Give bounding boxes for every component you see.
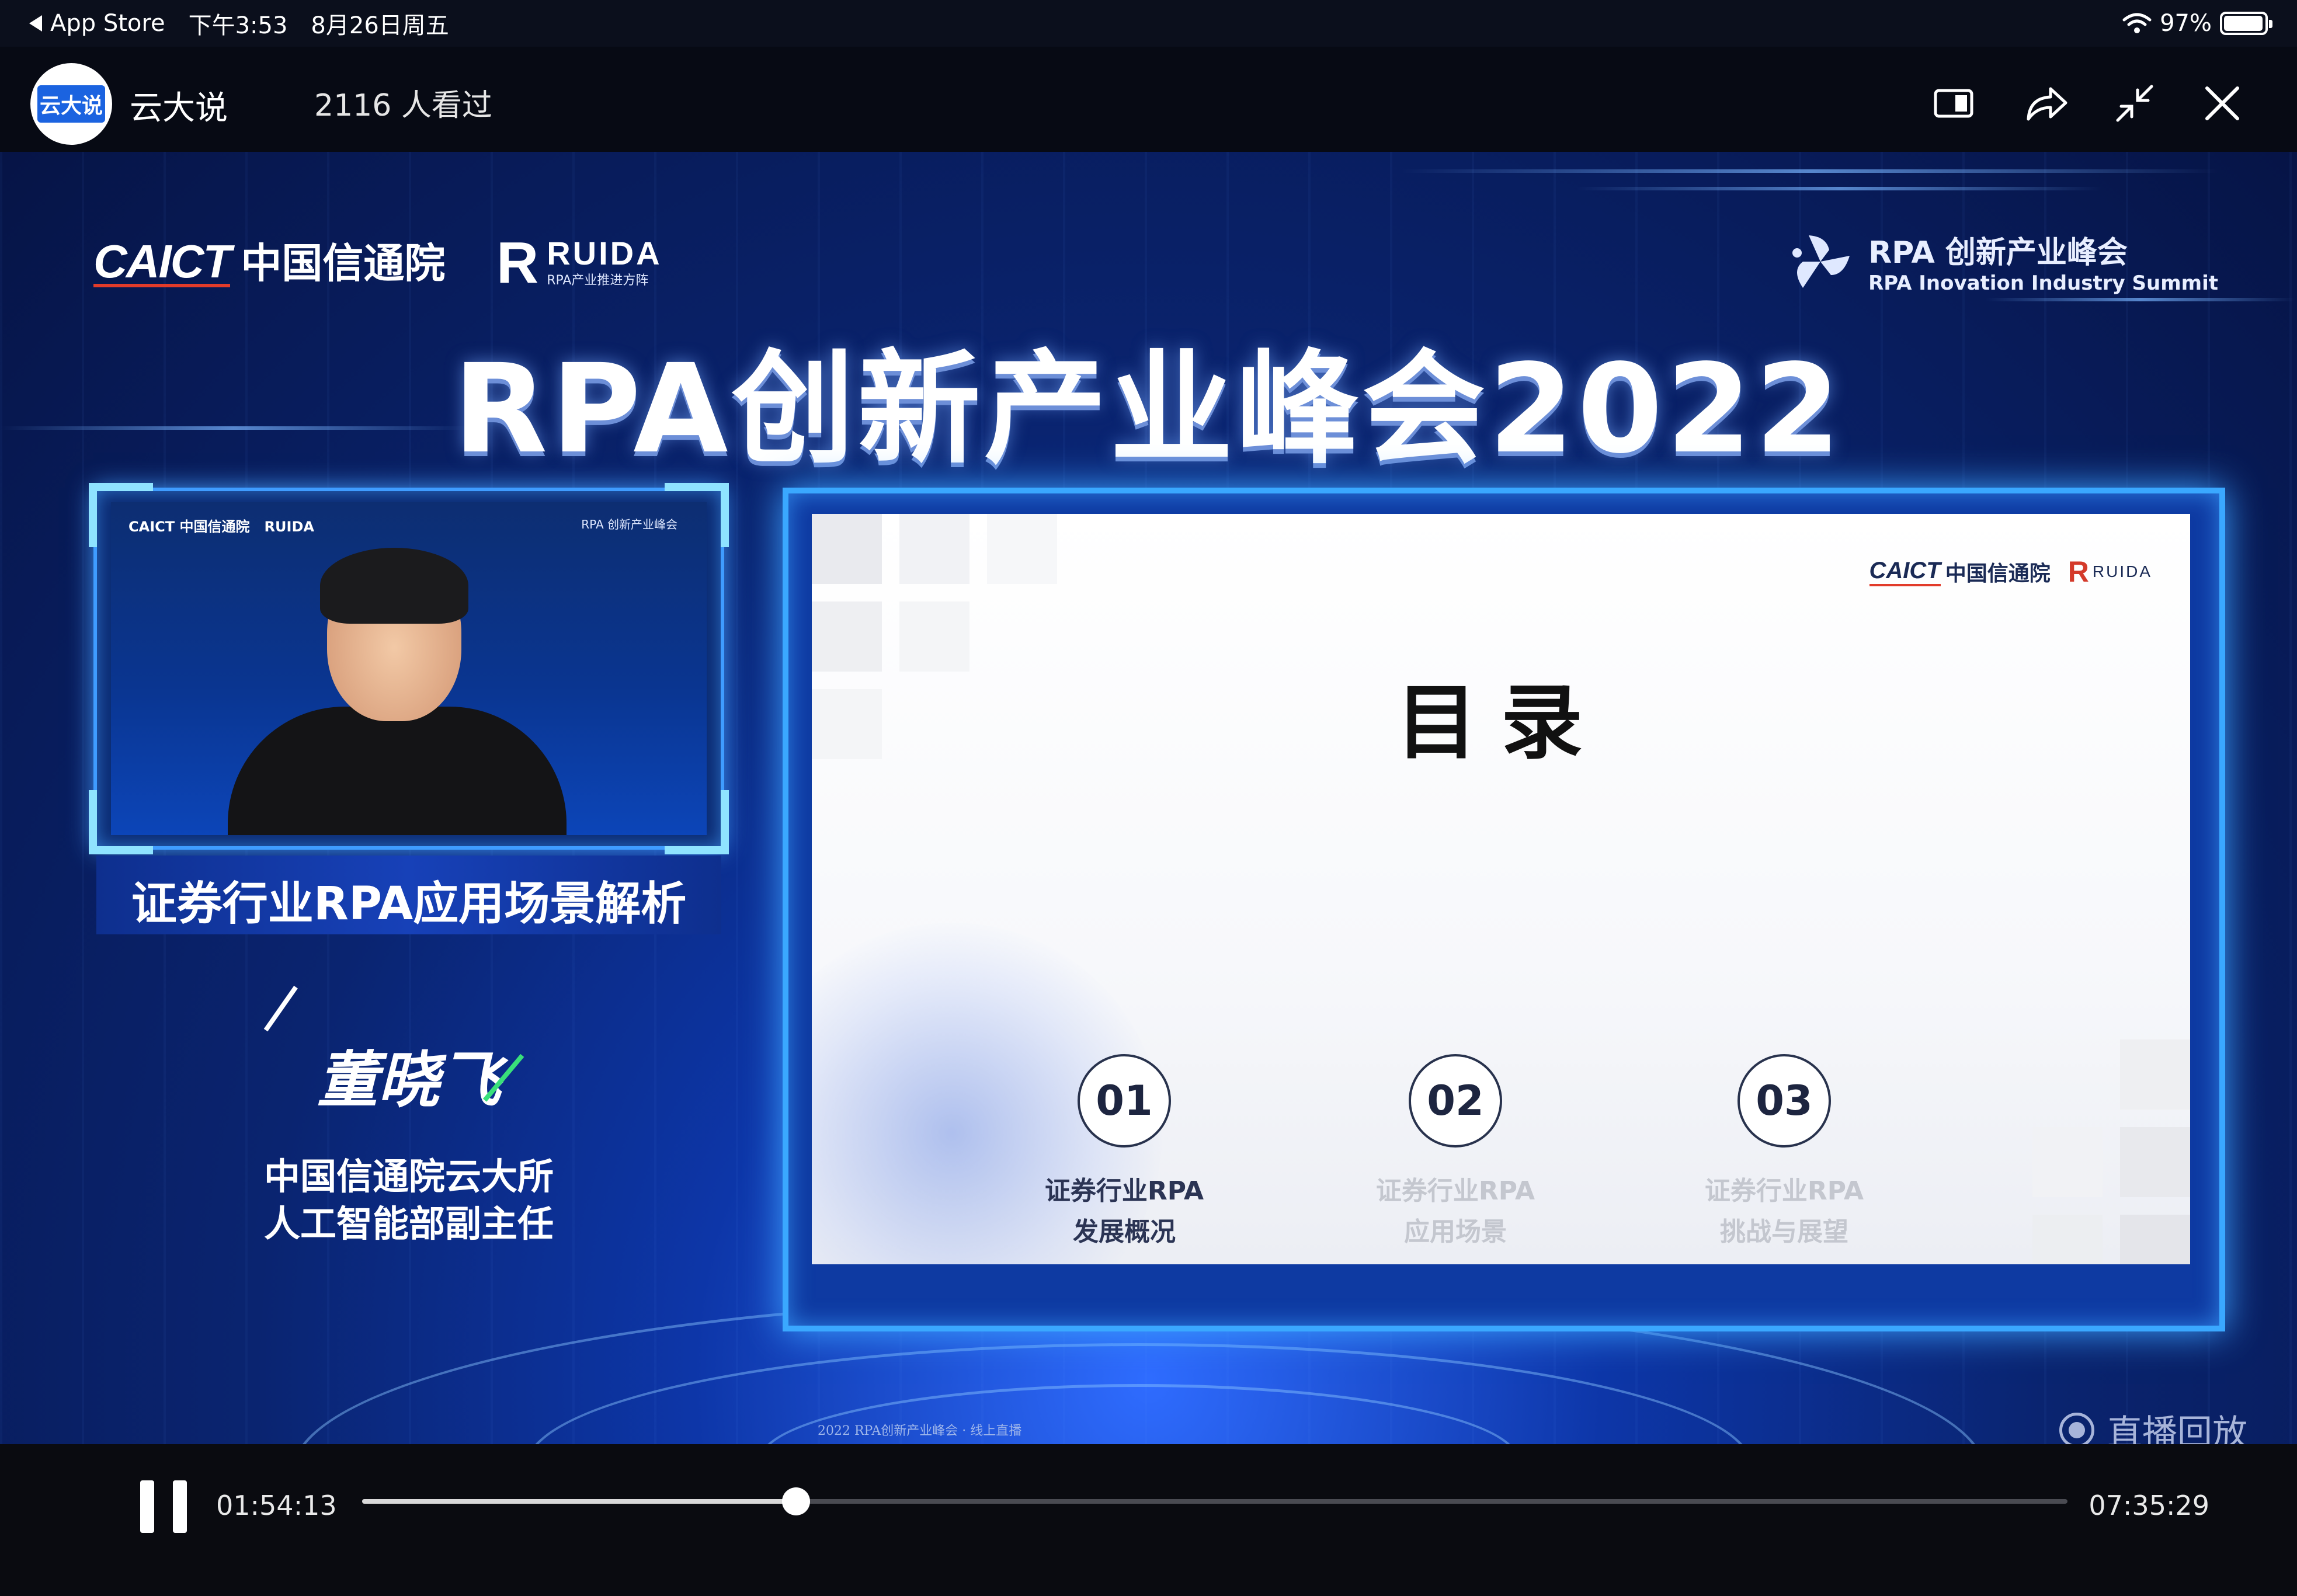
view-count: 2116 人看过 — [314, 88, 492, 123]
toc-label: 证券行业RPA 应用场景 — [1375, 1176, 1535, 1247]
toc-item-02: 02 证券行业RPA 应用场景 — [1333, 1054, 1578, 1253]
summit-logo-cn: RPA 创新产业峰会 — [1868, 235, 2128, 270]
summit-pinwheel-icon — [1792, 235, 1850, 288]
slide-tile — [987, 514, 1057, 584]
share-icon[interactable] — [2021, 77, 2073, 130]
toc-number: 02 — [1409, 1054, 1502, 1148]
slide-tile — [812, 514, 882, 584]
summit-logo: RPA 创新产业峰会 RPA Inovation Industry Summit — [1785, 228, 2218, 295]
channel-avatar[interactable]: 云大说 — [30, 63, 112, 145]
current-time: 01:54:13 — [216, 1490, 337, 1521]
speaker-video: CAICT 中国信通院 RUIDA RPA 创新产业峰会 — [111, 502, 707, 835]
slide-logo-ruida-en: RUIDA — [2092, 562, 2152, 580]
battery-percent: 97% — [2160, 10, 2212, 37]
speaker-org: 中国信通院云大所 人工智能部副主任 — [146, 1153, 672, 1247]
replay-icon — [2059, 1412, 2094, 1444]
slide-tile — [2032, 1215, 2103, 1264]
toc-item-03: 03 证券行业RPA 挑战与展望 — [1662, 1054, 1907, 1253]
slide-logo-caict-cn: 中国信通院 — [1945, 562, 2051, 586]
ruida-logo: R RUIDA RPA产业推进方阵 — [496, 234, 662, 292]
light-streak — [1577, 187, 2103, 190]
status-date: 8月26日周五 — [311, 12, 449, 39]
wifi-icon — [2122, 13, 2152, 33]
name-decoration — [263, 985, 298, 1032]
presentation-slide: CAICT 中国信通院 R RUIDA 目录 01 证券行业RPA 发展概况 0… — [812, 514, 2190, 1264]
toc-number: 01 — [1078, 1054, 1171, 1148]
toc-label: 证券行业RPA 发展概况 — [1044, 1176, 1204, 1247]
total-time: 07:35:29 — [2089, 1490, 2209, 1521]
progress-bar[interactable] — [362, 1487, 2067, 1515]
slide-tile — [899, 514, 969, 584]
picture-in-picture-icon[interactable] — [1927, 77, 1980, 130]
speaker-hair — [320, 548, 468, 624]
slide-tile — [2120, 1039, 2190, 1110]
battery-icon — [2220, 12, 2272, 35]
speaker-video-summit-logo: RPA 创新产业峰会 — [581, 517, 677, 531]
ruida-logo-cn: RPA产业推进方阵 — [547, 273, 649, 288]
slide-title: 目录 — [1395, 676, 1606, 771]
replay-badge: 直播回放 — [2059, 1404, 2247, 1444]
video-frame[interactable]: CAICT 中国信通院 R RUIDA RPA产业推进方阵 RPA 创新产业峰会… — [0, 152, 2297, 1444]
minimize-icon[interactable] — [2108, 77, 2161, 130]
toc-item-01: 01 证券行业RPA 发展概况 — [1002, 1054, 1247, 1253]
slide-tile — [2120, 1215, 2190, 1264]
toc-label: 证券行业RPA 挑战与展望 — [1704, 1176, 1864, 1247]
ruida-logo-en: RUIDA — [547, 235, 662, 272]
speaker-org-line2: 人工智能部副主任 — [263, 1202, 554, 1245]
progress-knob[interactable] — [782, 1487, 811, 1515]
replay-label: 直播回放 — [2107, 1413, 2247, 1444]
slide-logo: CAICT 中国信通院 R RUIDA — [1869, 555, 2152, 589]
toc-number: 03 — [1737, 1054, 1831, 1148]
talk-title: 证券行业RPA应用场景解析 — [131, 878, 687, 930]
status-bar: App Store 下午3:53 8月26日周五 97% — [0, 0, 2297, 47]
summit-logo-en: RPA Inovation Industry Summit — [1868, 272, 2218, 295]
avatar-text: 云大说 — [37, 85, 105, 123]
speaker-body — [228, 707, 567, 835]
caict-logo: CAICT 中国信通院 — [93, 231, 445, 290]
caict-logo-cn: 中国信通院 — [241, 239, 446, 287]
slide-footer: 2022 RPA创新产业峰会 · 线上直播 — [818, 1424, 1022, 1438]
slide-tile — [2120, 1127, 2190, 1197]
light-streak — [1986, 298, 2295, 301]
event-title: RPA创新产业峰会2022 — [453, 338, 1844, 481]
status-time: 下午3:53 — [188, 12, 288, 39]
caict-logo-en: CAICT — [93, 235, 231, 287]
slide-tile — [2032, 1127, 2103, 1197]
light-streak — [1402, 169, 2219, 173]
close-icon[interactable] — [2196, 77, 2249, 130]
channel-name[interactable]: 云大说 — [130, 82, 228, 129]
battery-fill — [2224, 16, 2263, 31]
back-app-label[interactable]: App Store — [50, 10, 165, 37]
player-top-bar: 云大说 云大说 2116 人看过 — [0, 47, 2297, 152]
progress-fill — [362, 1499, 797, 1504]
speaker-video-logos: CAICT 中国信通院 RUIDA — [128, 519, 314, 535]
status-right: 97% — [2122, 7, 2272, 40]
ruida-r-icon: R — [496, 230, 539, 295]
player-controls: 01:54:13 07:35:29 — [0, 1444, 2297, 1596]
status-left: App Store 下午3:53 8月26日周五 — [29, 7, 472, 40]
slide-logo-caict-en: CAICT — [1869, 558, 1941, 586]
pause-icon[interactable] — [140, 1480, 187, 1533]
slide-ruida-r-icon: R — [2067, 555, 2089, 588]
speaker-org-line1: 中国信通院云大所 — [263, 1155, 554, 1198]
back-arrow-icon[interactable] — [29, 15, 42, 32]
